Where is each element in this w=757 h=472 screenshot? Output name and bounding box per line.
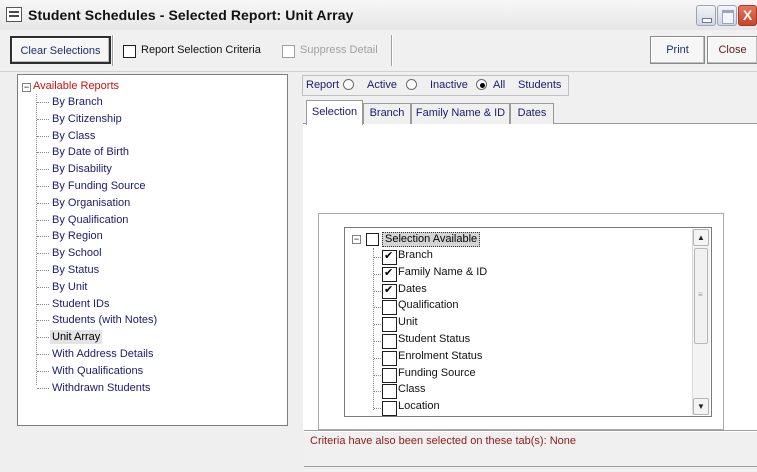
report-item-with-qualifications[interactable]: With Qualifications	[36, 364, 145, 378]
report-item-by-unit[interactable]: By Unit	[36, 280, 89, 294]
window-title: Student Schedules - Selected Report: Uni…	[28, 7, 354, 23]
radio-active-label[interactable]: Active	[367, 79, 397, 91]
close-button[interactable]: Close	[707, 36, 757, 64]
selection-item-label[interactable]: Dates	[398, 283, 427, 295]
selection-item-checkbox[interactable]	[382, 249, 397, 265]
radio-all[interactable]	[476, 79, 487, 90]
selection-item-checkbox[interactable]	[382, 350, 397, 366]
selection-item-enrolment-status[interactable]: Enrolment Status	[374, 350, 582, 366]
toolbar-separator	[112, 35, 114, 66]
selection-item-class[interactable]: Class	[374, 383, 582, 400]
selection-item-label[interactable]: Location	[398, 400, 440, 412]
selection-available-checkbox[interactable]	[366, 233, 379, 246]
report-item-student-ids[interactable]: Student IDs	[36, 297, 111, 311]
selection-item-label[interactable]: Enrolment Status	[398, 350, 482, 362]
radio-inactive[interactable]	[406, 79, 417, 90]
tab-dates[interactable]: Dates	[510, 103, 554, 124]
toolbar-separator	[391, 35, 393, 66]
selection-item-location[interactable]: Location	[374, 400, 582, 417]
window-close-button[interactable]: X	[738, 5, 757, 26]
report-filter-suffix: Students	[518, 79, 562, 91]
selection-item-label[interactable]: Branch	[398, 249, 433, 261]
report-selection-criteria-label[interactable]: Report Selection Criteria	[141, 44, 261, 56]
report-item-by-status[interactable]: By Status	[36, 263, 101, 277]
selection-item-checkbox[interactable]	[382, 367, 397, 383]
selection-item-funding-source[interactable]: Funding Source	[374, 367, 582, 383]
selection-item-dates[interactable]: Dates	[374, 283, 582, 299]
selection-item-qualification[interactable]: Qualification	[374, 299, 582, 316]
tree-guide-line	[36, 94, 37, 385]
selection-item-checkbox[interactable]	[382, 334, 397, 349]
tab-branch[interactable]: Branch	[363, 103, 411, 124]
scroll-grip-icon: ≡	[698, 290, 703, 299]
report-item-unit-array[interactable]: Unit Array	[36, 330, 103, 345]
report-item-students-with-notes[interactable]: Students (with Notes)	[36, 313, 159, 327]
selection-item-label[interactable]: Funding Source	[398, 367, 476, 379]
minimize-button[interactable]	[696, 5, 716, 26]
selection-item-checkbox[interactable]	[382, 283, 397, 299]
suppress-detail-label: Suppress Detail	[300, 44, 378, 56]
report-selection-criteria-checkbox[interactable]	[123, 45, 136, 58]
tree-collapse-icon[interactable]: −	[22, 83, 31, 92]
tab-family-name-id[interactable]: Family Name & ID	[411, 103, 510, 124]
radio-active[interactable]	[343, 79, 354, 90]
clear-selections-button[interactable]: Clear Selections	[10, 36, 111, 64]
tab-selection[interactable]: Selection	[306, 100, 363, 125]
selection-item-family-name-id[interactable]: Family Name & ID	[374, 266, 582, 282]
maximize-button[interactable]	[717, 5, 737, 26]
selection-item-checkbox[interactable]	[382, 401, 397, 417]
selection-item-checkbox[interactable]	[382, 300, 397, 316]
criteria-note: Criteria have also been selected on thes…	[310, 435, 576, 447]
report-item-by-region[interactable]: By Region	[37, 229, 105, 243]
selection-guide-line	[373, 248, 374, 410]
scroll-down-icon[interactable]: ▼	[693, 398, 709, 415]
selection-item-branch[interactable]: Branch	[374, 249, 582, 265]
selection-item-checkbox[interactable]	[382, 317, 397, 333]
status-divider	[304, 430, 757, 432]
radio-all-label[interactable]: All	[493, 79, 505, 91]
selection-collapse-icon[interactable]: −	[352, 235, 361, 244]
report-item-withdrawn-students[interactable]: Withdrawn Students	[36, 381, 152, 395]
report-item-by-class[interactable]: By Class	[36, 129, 97, 143]
selection-item-label[interactable]: Family Name & ID	[398, 266, 487, 278]
radio-inactive-label[interactable]: Inactive	[430, 79, 468, 91]
bottom-divider	[304, 466, 757, 467]
report-item-by-qualification[interactable]: By Qualification	[36, 213, 130, 227]
report-filter-label: Report	[306, 79, 340, 91]
report-item-by-date-of-birth[interactable]: By Date of Birth	[36, 145, 131, 159]
print-button[interactable]: Print	[650, 36, 705, 64]
report-item-by-school[interactable]: By School	[37, 246, 104, 260]
selection-item-label[interactable]: Student Status	[398, 333, 470, 345]
selection-item-checkbox[interactable]	[382, 384, 397, 400]
app-icon	[6, 7, 22, 22]
selection-item-label[interactable]: Class	[398, 383, 426, 395]
report-item-by-organisation[interactable]: By Organisation	[36, 196, 132, 210]
selection-item-student-status[interactable]: Student Status	[374, 333, 582, 349]
selection-item-label[interactable]: Unit	[398, 316, 418, 328]
tree-root-available-reports[interactable]: Available Reports	[33, 80, 119, 92]
selection-item-unit[interactable]: Unit	[374, 316, 582, 333]
scroll-up-icon[interactable]: ▲	[693, 229, 709, 246]
selection-item-checkbox[interactable]	[382, 266, 397, 282]
suppress-detail-checkbox	[282, 45, 295, 58]
selection-available-label[interactable]: Selection Available	[382, 232, 481, 247]
report-item-by-funding-source[interactable]: By Funding Source	[37, 179, 148, 193]
report-item-with-address-details[interactable]: With Address Details	[36, 347, 155, 361]
report-item-by-citizenship[interactable]: By Citizenship	[37, 112, 124, 126]
report-item-by-branch[interactable]: By Branch	[37, 95, 105, 109]
report-item-by-disability[interactable]: By Disability	[37, 162, 114, 176]
selection-item-label[interactable]: Qualification	[398, 299, 459, 311]
